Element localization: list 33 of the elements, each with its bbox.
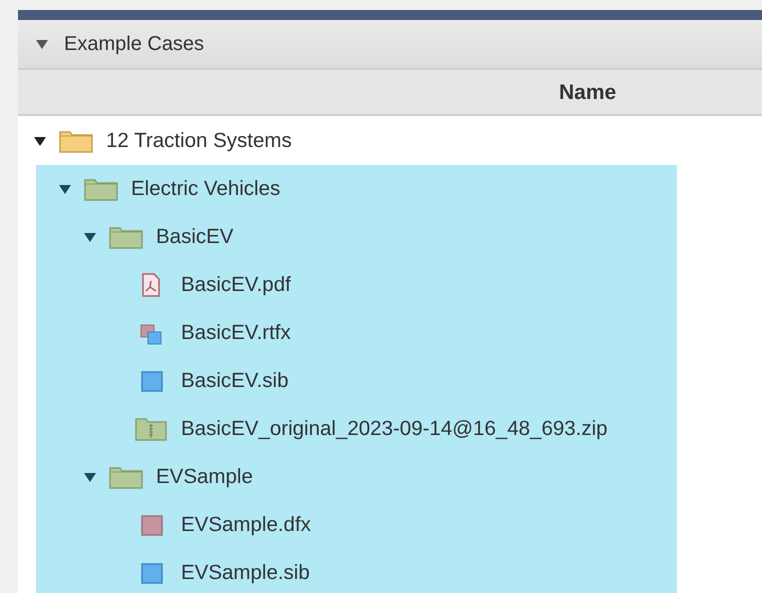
folder-icon xyxy=(59,129,93,153)
item-label: BasicEV.rtfx xyxy=(181,321,291,345)
tree-item[interactable]: BasicEV xyxy=(36,213,677,261)
item-label: BasicEV.sib xyxy=(181,369,288,393)
tree-item[interactable]: Electric Vehicles xyxy=(36,165,677,213)
item-label: BasicEV xyxy=(156,225,234,249)
item-label: EVSample.sib xyxy=(181,561,310,585)
item-label: 12 Traction Systems xyxy=(106,129,292,153)
expand-icon[interactable] xyxy=(59,184,71,194)
expand-icon[interactable] xyxy=(84,472,96,482)
folder-icon xyxy=(109,465,143,489)
zip-folder-icon xyxy=(134,417,168,441)
item-label: Electric Vehicles xyxy=(131,177,280,201)
section-title: Example Cases xyxy=(64,32,204,56)
folder-icon xyxy=(109,225,143,249)
item-label: EVSample xyxy=(156,465,253,489)
section-header[interactable]: Example Cases xyxy=(18,20,762,70)
item-label: BasicEV.pdf xyxy=(181,273,291,297)
folder-icon xyxy=(84,177,118,201)
tree-item[interactable]: EVSample.dfx xyxy=(36,501,677,549)
tree-item[interactable]: BasicEV_original_2023-09-14@16_48_693.zip xyxy=(36,405,677,453)
collapse-icon[interactable] xyxy=(36,40,48,48)
tree-item[interactable]: BasicEV.rtfx xyxy=(36,309,677,357)
tree-item[interactable]: EVSample xyxy=(36,453,677,501)
item-label: BasicEV_original_2023-09-14@16_48_693.zip xyxy=(181,417,608,441)
tree-item[interactable]: BasicEV.pdf xyxy=(36,261,677,309)
tree-item[interactable]: EVSample.sib xyxy=(36,549,677,593)
expand-icon[interactable] xyxy=(84,232,96,242)
column-header[interactable]: Name xyxy=(559,81,616,105)
tree-item[interactable]: 12 Traction Systems xyxy=(18,117,762,165)
expand-icon[interactable] xyxy=(34,136,46,146)
tree-item[interactable]: BasicEV.sib xyxy=(36,357,677,405)
item-label: EVSample.dfx xyxy=(181,513,311,537)
